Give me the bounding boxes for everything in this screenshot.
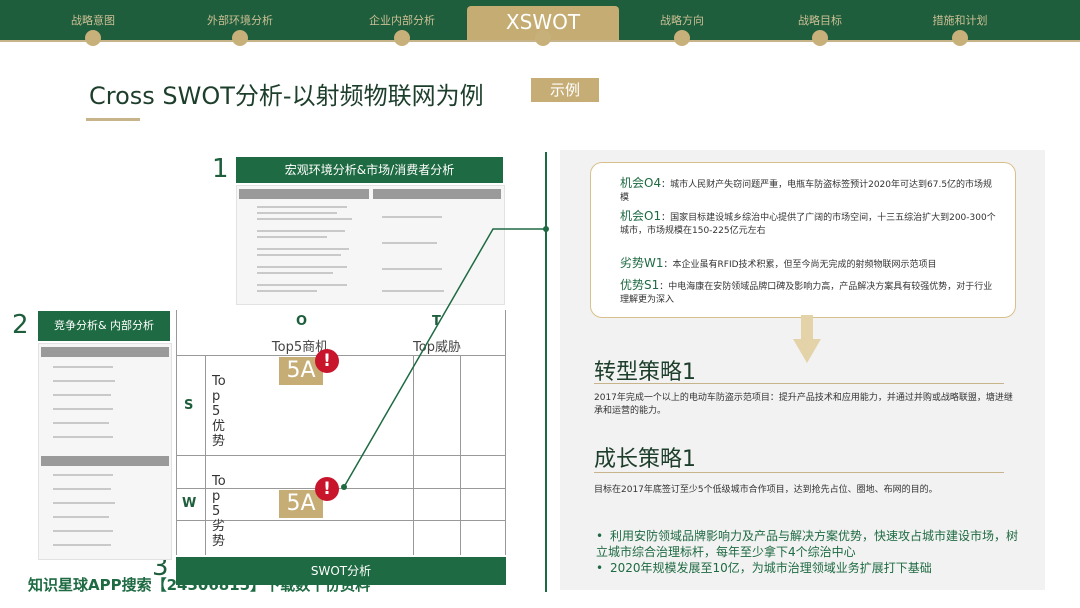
- callout-opportunity-o1: 机会O1：国家目标建设城乡综治中心提供了广阔的市场空间，十三五综治扩大到200-…: [620, 209, 996, 237]
- bullet-item: • 利用安防领域品牌影响力及产品与解决方案优势，快速攻占城市建设市场，树立城市综合…: [596, 529, 1019, 559]
- bullet-item: • 2020年规模发展至10亿，为城市治理领域业务扩展打下基础: [596, 561, 932, 575]
- strategy-divider: [594, 472, 1004, 473]
- transformation-strategy-title: 转型策略1: [594, 360, 696, 385]
- growth-strategy-title: 成长策略1: [594, 447, 696, 472]
- growth-strategy-desc: 目标在2017年底签订至少5个低级城市合作项目，达到抢先占位、圈地、布网的目的。: [594, 485, 938, 495]
- transformation-strategy-desc: 2017年完成一个以上的电动车防盗示范项目：提升产品技术和应用能力，并通过并购或…: [594, 393, 1013, 416]
- strategy-divider: [594, 383, 1004, 384]
- callout-opportunity-o4: 机会O4：城市人民财产失窃问题严重，电瓶车防盗标签预计2020年可达到67.5亿…: [620, 176, 993, 204]
- divider-node-icon: [543, 226, 549, 232]
- callout-weakness-w1: 劣势W1：本企业虽有RFID技术积累，但至今尚无完成的射频物联网示范项目: [620, 256, 937, 271]
- arrow-down-icon: [793, 315, 821, 363]
- callout-strength-s1: 优势S1：中电海康在安防领域品牌口碑及影响力高，产品解决方案具有较强优势，对于行…: [620, 278, 993, 306]
- vertical-divider: [545, 152, 547, 592]
